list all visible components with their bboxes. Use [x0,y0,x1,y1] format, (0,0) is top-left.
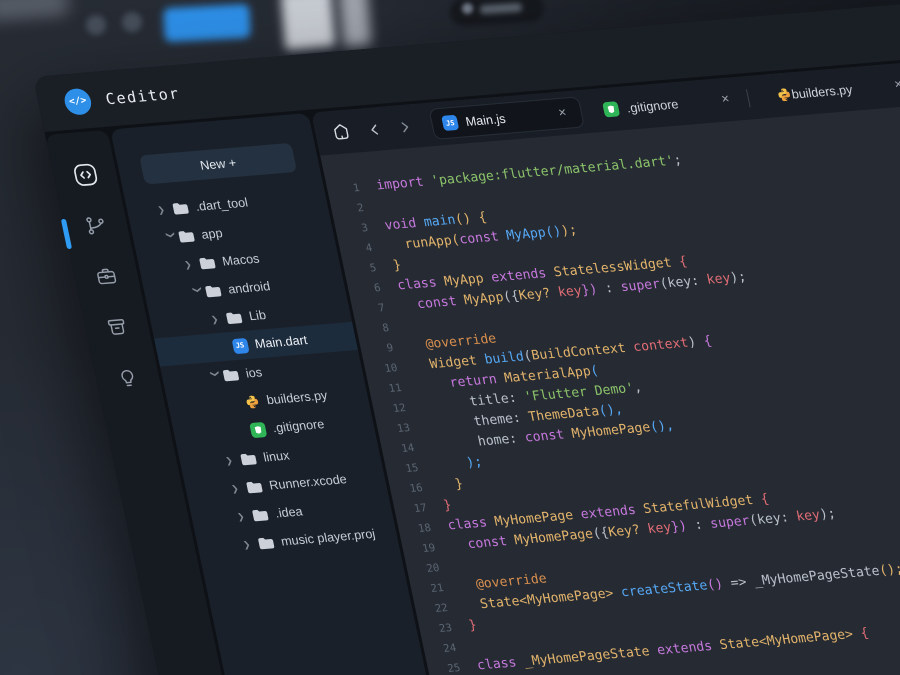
line-number: 17 [399,498,429,520]
line-number: 3 [340,218,370,240]
close-icon[interactable]: ✕ [716,92,736,108]
tab-builders-py[interactable]: builders.py✕ [765,68,900,111]
line-number: 24 [428,638,458,660]
folder-icon [204,284,223,298]
active-view-indicator [61,219,72,249]
tab-separator [746,89,751,107]
line-number: 14 [386,438,416,460]
code-text [471,637,475,657]
folder-icon [251,508,270,522]
code-text: } [467,616,479,637]
code-text [379,197,383,217]
line-number: 12 [378,398,408,420]
activity-item-briefcase-icon[interactable] [85,257,129,296]
line-number: 20 [411,558,441,580]
gitignore-file-icon [602,101,620,117]
line-number: 4 [344,238,374,260]
close-icon[interactable]: ✕ [553,105,573,121]
tree-item-label: .gitignore [271,417,325,435]
tab-main-js[interactable]: JS Main.js✕ [428,96,585,140]
python-file-icon [243,393,261,409]
line-number: 16 [394,478,424,500]
line-number: 21 [415,578,445,600]
background-white-panel-blur [281,0,336,50]
line-number: 22 [420,598,450,620]
tab--gitignore[interactable]: .gitignore✕ [592,83,745,126]
line-number: 11 [373,378,403,400]
line-number: 13 [382,418,412,440]
line-number: 1 [331,178,361,200]
tree-item-label: Runner.xcode [268,472,348,492]
activity-item-git-branch-icon[interactable] [74,206,118,245]
tab-label: builders.py [790,79,892,101]
tree-item-label: app [200,226,224,242]
chevron-down-icon[interactable]: ❯ [209,369,223,385]
activity-item-archive-box-icon[interactable] [95,308,139,347]
tree-item-label: android [227,279,272,297]
background-white-panel-blur [339,0,372,47]
tree-item-label: .idea [274,504,304,520]
folder-icon [177,229,196,243]
line-number: 15 [390,458,420,480]
folder-icon [225,310,244,324]
tree-item-label: builders.py [265,388,328,407]
line-number: 7 [357,298,387,320]
line-number: 10 [369,358,399,380]
folder-icon [198,256,217,270]
tab-label: Main.js [464,107,556,128]
code-text: } [437,475,465,497]
home-icon[interactable] [325,118,356,146]
new-file-button[interactable]: New + [139,143,297,185]
code-text [404,317,408,337]
tab-label: .gitignore [625,93,719,115]
gitignore-file-icon [249,421,267,437]
line-number: 8 [361,318,391,340]
line-number: 2 [336,198,366,220]
tree-item-label: Macos [221,251,261,268]
code-text: } [442,496,454,517]
app-logo-code-icon: </> [62,87,93,115]
line-number: 5 [348,258,378,280]
background-window-corner-blur [0,0,69,21]
js-file-icon: JS [441,115,459,131]
background-circle-icon-blur [122,12,142,32]
line-number: 23 [424,618,454,640]
folder-icon [171,201,190,215]
close-icon[interactable]: ✕ [889,77,900,93]
chevron-left-icon[interactable] [359,115,390,143]
code-text: } [391,256,403,277]
js-file-icon: JS [231,337,249,353]
editor-window: </> Ceditor [33,0,900,675]
folder-icon [245,480,264,494]
tree-item-label: music player.proj [280,527,377,549]
line-number: 18 [403,518,433,540]
folder-icon [222,368,241,382]
chevron-down-icon[interactable]: ❯ [191,285,205,301]
tree-item-label: ios [244,365,263,380]
line-number: 19 [407,538,437,560]
folder-icon [239,452,258,466]
tree-item-label: .dart_tool [194,195,249,213]
line-number: 6 [352,278,382,300]
line-number: 25 [432,658,462,675]
code-text [454,557,458,577]
background-blue-button-blur [163,4,251,42]
activity-item-lightbulb-icon[interactable] [106,359,150,398]
activity-item-code-icon[interactable] [63,155,107,194]
folder-icon [257,536,276,550]
tree-item-label: Lib [248,308,268,323]
tree-item-label: Main.dart [254,333,309,351]
line-number: 9 [365,338,395,360]
app-title: Ceditor [104,84,181,108]
tree-item-label: linux [262,448,291,464]
chevron-down-icon[interactable]: ❯ [164,230,178,246]
background-circle-icon-blur [86,15,106,35]
code-text: ); [433,453,484,477]
